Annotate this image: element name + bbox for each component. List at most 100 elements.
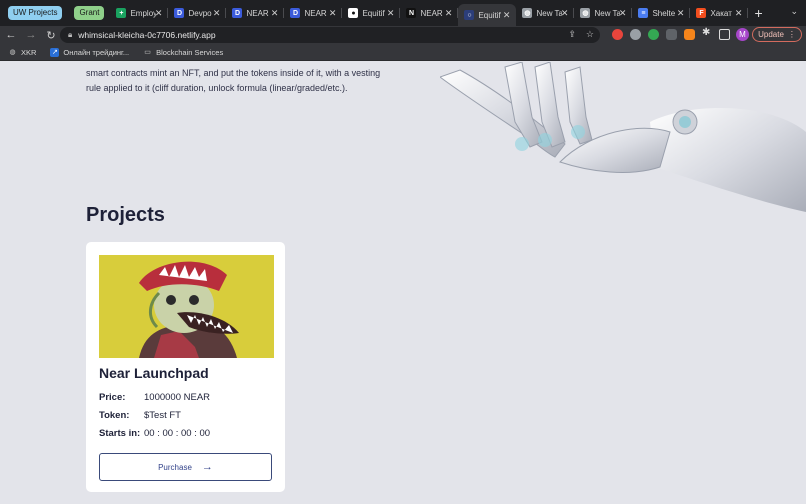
price-label: Price: <box>99 392 126 403</box>
token-row: Token: $Test FT <box>99 410 181 421</box>
tab-label: NEAR <box>304 8 327 18</box>
browser-tab[interactable]: D Devpo ✕ <box>168 0 227 26</box>
tab-close-icon[interactable]: ✕ <box>329 8 337 19</box>
reload-icon[interactable]: ↻ <box>42 26 60 44</box>
share-icon[interactable]: ⇪ <box>568 29 576 40</box>
globe-icon: ◍ <box>580 8 591 18</box>
bookmark-label: Blockchain Services <box>156 47 224 57</box>
tab-label: NEAR <box>246 8 269 18</box>
tab-strip: UW Projects Grant + Employ ✕ D Devpo ✕ D NEAR ✕ D… <box>0 0 806 26</box>
extension-gray-icon[interactable] <box>630 29 641 40</box>
update-label: Update <box>758 30 784 39</box>
browser-tab[interactable]: + Employ ✕ <box>110 0 169 26</box>
token-value: $Test FT <box>144 410 181 421</box>
update-button[interactable]: Update ⋮ <box>752 27 802 42</box>
browser-tab[interactable]: ◍ New Ta ✕ <box>574 0 633 26</box>
new-tab-button[interactable]: + <box>754 5 762 21</box>
tab-close-icon[interactable]: ✕ <box>387 8 395 19</box>
tab-close-icon[interactable]: ✕ <box>503 10 511 21</box>
nft-ape-image <box>99 255 274 358</box>
purchase-label: Purchase <box>158 462 192 472</box>
extension-green-icon[interactable] <box>648 29 659 40</box>
tab-label: Equitif <box>478 10 501 20</box>
tab-label: New Ta <box>594 8 621 18</box>
dev-d-icon: D <box>232 8 243 18</box>
page-viewport[interactable]: smart contracts mint an NFT, and put the… <box>0 62 806 504</box>
extension-red-icon[interactable] <box>612 29 623 40</box>
tab-label: Devpo <box>188 8 212 18</box>
bookmark-blockchain-services[interactable]: ▭ Blockchain Services <box>143 48 223 57</box>
starts-row: Starts in: 00 : 00 : 00 : 00 <box>99 428 210 439</box>
tab-label: NEAR <box>420 8 443 18</box>
tab-search-chevron-icon[interactable]: ⌄ <box>790 6 798 17</box>
metamask-fox-icon[interactable] <box>684 29 695 40</box>
browser-tab[interactable]: N NEAR ✕ <box>400 0 459 26</box>
globe-icon: ◍ <box>522 8 533 18</box>
figma-icon: F <box>696 8 707 18</box>
doc-icon: ≡ <box>638 8 649 18</box>
starts-label: Starts in: <box>99 428 141 439</box>
browser-tab[interactable]: ○ Equitif ✕ <box>458 4 517 26</box>
project-card[interactable]: Near Launchpad Price: 1000000 NEAR Token… <box>86 242 285 492</box>
address-bar[interactable]: 🔒︎ whimsical-kleicha-0c7706.netlify.app … <box>60 27 600 43</box>
projects-heading: Projects <box>86 204 165 226</box>
tab-close-icon[interactable]: ✕ <box>619 8 627 19</box>
price-value: 1000000 NEAR <box>144 392 211 403</box>
lock-icon[interactable]: 🔒︎ <box>68 30 72 40</box>
project-title: Near Launchpad <box>99 365 209 381</box>
tab-group-uw-projects[interactable]: UW Projects <box>8 6 63 20</box>
extension-glasses-icon[interactable] <box>666 29 677 40</box>
browser-tab[interactable]: ◍ New Ta ✕ <box>516 0 575 26</box>
tab-label: New Ta <box>536 8 563 18</box>
back-arrow-icon[interactable]: ← <box>2 26 20 44</box>
browser-tab[interactable]: D NEAR ✕ <box>284 0 343 26</box>
dev-d-icon: D <box>174 8 185 18</box>
bookmark-online-trading[interactable]: ↗ Онлайн трейдинг... <box>50 47 130 57</box>
near-n-icon: N <box>406 8 417 18</box>
extensions-puzzle-icon[interactable]: ✱ <box>702 27 713 38</box>
forward-arrow-icon[interactable]: → <box>22 26 40 44</box>
robot-hand-illustration <box>440 62 806 212</box>
tab-group-grant[interactable]: Grant <box>74 6 105 20</box>
tab-label: Shelte <box>652 8 676 18</box>
kebab-menu-icon: ⋮ <box>787 30 796 39</box>
browser-tab[interactable]: F Хакат ✕ <box>690 0 749 26</box>
countdown-value: 00 : 00 : 00 : 00 <box>144 428 211 439</box>
profile-avatar[interactable]: M <box>736 28 749 41</box>
globe-icon: ◍ <box>9 49 16 56</box>
tab-label: Equitif <box>362 8 385 18</box>
github-icon: ● <box>348 8 359 18</box>
browser-toolbar: ← → ↻ 🔒︎ whimsical-kleicha-0c7706.netlif… <box>0 26 806 44</box>
bookmarks-bar: ◍ XKR ↗ Онлайн трейдинг... ▭ Blockchain … <box>0 44 806 61</box>
tab-close-icon[interactable]: ✕ <box>155 8 163 19</box>
tab-close-icon[interactable]: ✕ <box>735 8 743 19</box>
tab-close-icon[interactable]: ✕ <box>445 8 453 19</box>
url-text[interactable]: whimsical-kleicha-0c7706.netlify.app <box>78 30 215 40</box>
green-plus-icon: + <box>116 8 127 18</box>
browser-tab[interactable]: D NEAR ✕ <box>226 0 285 26</box>
tab-label: Хакат <box>710 8 732 18</box>
browser-tab[interactable]: ≡ Shelte ✕ <box>632 0 691 26</box>
bookmark-star-icon[interactable]: ☆ <box>586 29 594 40</box>
bookmark-label: XKR <box>21 47 37 57</box>
folder-icon: ▭ <box>144 49 151 56</box>
token-label: Token: <box>99 410 130 421</box>
tab-close-icon[interactable]: ✕ <box>213 8 221 19</box>
tab-close-icon[interactable]: ✕ <box>677 8 685 19</box>
tab-label: Employ <box>130 8 157 18</box>
bookmark-xkr[interactable]: ◍ XKR <box>8 48 36 57</box>
arrow-right-icon: → <box>201 461 213 473</box>
dev-d-icon: D <box>290 8 301 18</box>
tab-list: + Employ ✕ D Devpo ✕ D NEAR ✕ D NEAR ✕ ● Equitif ✕ N NEA… <box>110 0 749 26</box>
browser-tab[interactable]: ● Equitif ✕ <box>342 0 401 26</box>
tab-separator <box>747 8 749 18</box>
intro-paragraph: smart contracts mint an NFT, and put the… <box>86 68 381 93</box>
price-row: Price: 1000000 NEAR <box>99 392 210 403</box>
tab-close-icon[interactable]: ✕ <box>271 8 279 19</box>
chart-icon: ↗ <box>50 47 60 57</box>
bookmark-label: Онлайн трейдинг... <box>63 47 130 57</box>
purchase-button[interactable]: Purchase → <box>99 453 272 481</box>
tab-close-icon[interactable]: ✕ <box>561 8 569 19</box>
side-panel-icon[interactable] <box>719 29 730 40</box>
circle-icon: ○ <box>464 10 475 20</box>
